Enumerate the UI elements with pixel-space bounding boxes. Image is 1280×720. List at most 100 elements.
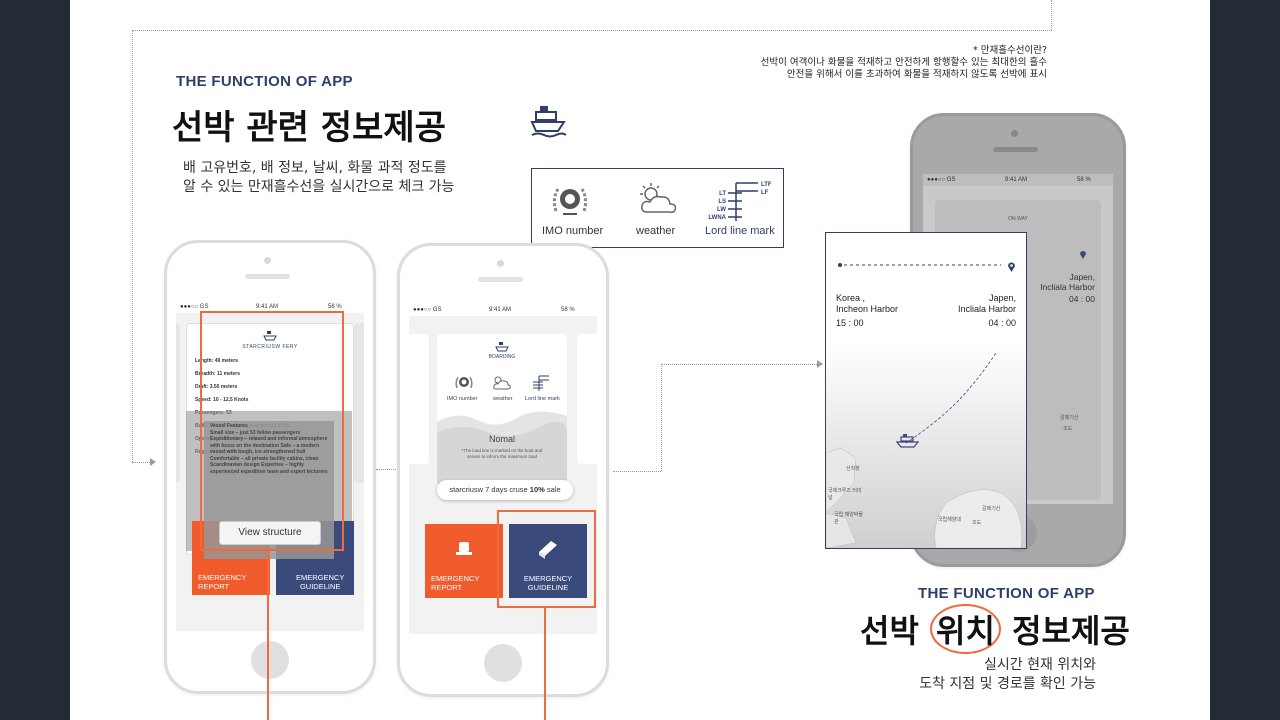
legend-lord-label: Lord line mark bbox=[705, 225, 775, 237]
connector-phone2-map-h2 bbox=[661, 364, 819, 365]
front-camera bbox=[497, 260, 504, 267]
destination-place: Incliala Harbor bbox=[957, 304, 1016, 314]
highlight-ship-info bbox=[200, 311, 344, 551]
boarding-brand: BOARDING bbox=[488, 354, 516, 360]
map-place-mountain: 갈매기산 bbox=[982, 506, 1001, 512]
origin-time: 15 : 00 bbox=[836, 318, 864, 328]
mark-ltf: LTF bbox=[761, 182, 772, 188]
ship-location-icon bbox=[895, 433, 920, 449]
section1-desc: 배 고유번호, 배 정보, 날씨, 화물 과적 정도를 알 수 있는 만재흘수선… bbox=[183, 159, 454, 197]
emergency-report-button[interactable]: EMERGENCY REPORT bbox=[425, 524, 503, 598]
imo-icon bbox=[455, 374, 473, 397]
mark-lwna: LWNA bbox=[708, 215, 726, 221]
speaker bbox=[478, 277, 523, 282]
mark-ls: LS bbox=[718, 199, 726, 205]
home-button[interactable] bbox=[484, 644, 522, 682]
status-carrier: ●●●○○ GS bbox=[927, 177, 956, 183]
home-button[interactable] bbox=[251, 641, 289, 679]
promo-discount: 10% bbox=[529, 485, 545, 494]
map-place-university: 국립해양대 bbox=[938, 517, 962, 523]
connector-phone2-map-h1 bbox=[613, 471, 661, 472]
status-battery: 58 % bbox=[561, 307, 575, 313]
destination-label: Japen, bbox=[988, 293, 1016, 303]
highlight-emergency-guideline bbox=[497, 510, 596, 608]
boarding-imo-label: IMO number bbox=[447, 396, 478, 402]
connector-top-horizontal bbox=[132, 30, 1052, 31]
map-place-pier: 선착장 bbox=[846, 466, 860, 472]
back-to-time: 04 : 00 bbox=[1069, 294, 1095, 304]
section1-desc-line2: 알 수 있는 만재흘수선을 실시간으로 체크 가능 bbox=[183, 179, 455, 195]
map-place-museum: 국립 해양박물관 bbox=[834, 512, 863, 525]
map-place-island: 조도 bbox=[972, 520, 982, 526]
connector-left-to-phone1 bbox=[132, 462, 152, 463]
status-time: 9:41 AM bbox=[1005, 177, 1028, 183]
origin-place: Incheon Harbor bbox=[836, 304, 899, 314]
phone-boarding: ●●●○○ GS 9:41 AM 58 % BOARDING IMO numbe… bbox=[397, 243, 609, 697]
load-status: Nomal bbox=[488, 434, 515, 444]
status-time: 9:41 AM bbox=[256, 304, 279, 310]
arrow-right-icon bbox=[817, 360, 823, 368]
status-carrier: ●●●○○ GS bbox=[180, 304, 209, 310]
side-card-right bbox=[354, 323, 364, 483]
speaker bbox=[993, 147, 1038, 152]
mark-lw: LW bbox=[717, 207, 726, 213]
weather-icon bbox=[491, 374, 511, 397]
section2-title-highlight: 위치 bbox=[930, 604, 1001, 654]
arrow-right-icon bbox=[150, 458, 156, 466]
status-carrier: ●●●○○ GS bbox=[413, 307, 442, 313]
back-to-label: Japen, bbox=[1069, 272, 1095, 282]
emergency-guideline-label: EMERGENCY GUIDELINE bbox=[296, 573, 345, 591]
destination-pin-icon bbox=[1008, 259, 1015, 272]
back-place-1: 갈매기산 bbox=[1060, 415, 1079, 421]
section1-desc-line1: 배 고유번호, 배 정보, 날씨, 화물 과적 정도를 bbox=[183, 160, 447, 176]
emergency-report-line1: EMERGENCY bbox=[431, 574, 480, 583]
section2-title-post: 정보제공 bbox=[1012, 612, 1130, 650]
section2-desc-line2: 도착 지점 및 경로를 확인 가능 bbox=[919, 676, 1096, 692]
connector-phone2-map-v bbox=[661, 364, 662, 471]
legend-imo-label: IMO number bbox=[542, 225, 604, 237]
boarding-card: BOARDING IMO number weather Lord line ma… bbox=[437, 334, 567, 484]
load-line-mark-icon bbox=[527, 374, 555, 397]
section2-title: 선박 위치 정보제공 bbox=[860, 604, 1130, 654]
note-line3: 안전을 위해서 이를 초과하여 화물을 적재하지 않도록 선박에 표시 bbox=[786, 69, 1047, 80]
side-card-left bbox=[176, 323, 180, 483]
speaker bbox=[245, 274, 290, 279]
emergency-report-label: EMERGENCY REPORT bbox=[431, 574, 479, 592]
mark-lt: LT bbox=[719, 191, 726, 197]
wave-graphic bbox=[437, 411, 567, 484]
emergency-report-label: EMERGENCY REPORT bbox=[198, 573, 247, 591]
load-line-note: * 만재흘수선이란? 선박이 여객이나 화물을 적재하고 안전하게 항행할수 있… bbox=[587, 45, 1047, 81]
weather-icon bbox=[635, 182, 681, 218]
status-bar: ●●●○○ GS 9:41 AM 58 % bbox=[409, 304, 597, 316]
route-line bbox=[838, 263, 1001, 267]
note-line1: * 만재흘수선이란? bbox=[973, 45, 1047, 56]
load-status-note: *The load line is marked on the boat and… bbox=[461, 448, 543, 459]
origin-label: Korea , bbox=[836, 293, 866, 303]
feature-legend: IMO number weather LT LS LW LWNA LTF LF bbox=[531, 168, 784, 248]
connector-phone1-phone2 bbox=[376, 469, 398, 470]
section2-eyebrow: THE FUNCTION OF APP bbox=[918, 585, 1095, 602]
front-camera bbox=[264, 257, 271, 264]
status-battery: 58 % bbox=[328, 304, 342, 310]
mark-lf: LF bbox=[761, 190, 769, 196]
status-bar: ●●●○○ GS 9:41 AM 58 % bbox=[923, 174, 1113, 186]
destination-pin-icon bbox=[1080, 246, 1086, 259]
status-battery: 58 % bbox=[1077, 177, 1091, 183]
note-line2: 선박이 여객이나 화물을 적재하고 안전하게 항행할수 있는 최대한의 흘수 bbox=[760, 57, 1047, 68]
status-time: 9:41 AM bbox=[489, 307, 512, 313]
section2-desc: 실시간 현재 위치와 도착 지점 및 경로를 확인 가능 bbox=[919, 656, 1096, 694]
section2-title-pre: 선박 bbox=[860, 612, 919, 650]
destination-time: 04 : 00 bbox=[988, 318, 1016, 328]
section2-desc-line1: 실시간 현재 위치와 bbox=[984, 657, 1096, 673]
back-place-2: 조도 bbox=[1063, 426, 1073, 432]
connector-left-vertical bbox=[132, 30, 133, 462]
route-map-screen: Korea , Incheon Harbor 15 : 00 Japen, In… bbox=[825, 232, 1027, 549]
side-card-right bbox=[577, 334, 597, 464]
ship-icon bbox=[530, 104, 568, 138]
front-camera bbox=[1011, 130, 1018, 137]
section1-eyebrow: THE FUNCTION OF APP bbox=[176, 73, 353, 90]
promo-banner[interactable]: starcriusw 7 days cruse 10% sale bbox=[437, 480, 573, 500]
emergency-report-line2: REPORT bbox=[431, 583, 463, 592]
slide: THE FUNCTION OF APP 선박 관련 정보제공 배 고유번호, 배… bbox=[70, 0, 1210, 720]
section1-title: 선박 관련 정보제공 bbox=[172, 108, 446, 148]
